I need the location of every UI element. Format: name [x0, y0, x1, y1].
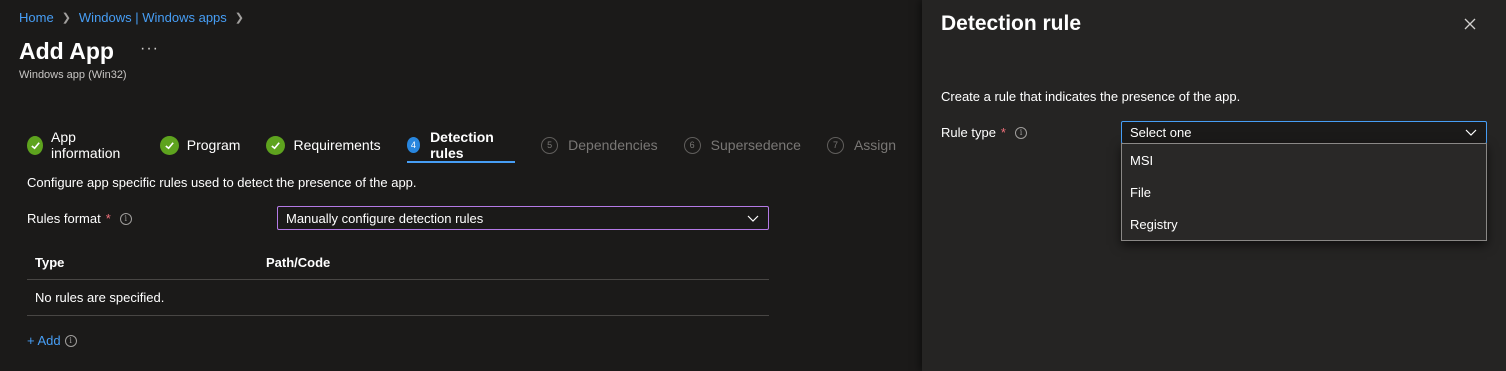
rule-type-label: Rule type: [941, 125, 996, 140]
chevron-down-icon: [1464, 125, 1478, 142]
close-icon[interactable]: [1462, 16, 1478, 32]
breadcrumb-home-link[interactable]: Home: [19, 10, 54, 25]
step-assignments[interactable]: 7 Assign: [826, 133, 896, 157]
column-header-path-code: Path/Code: [266, 255, 331, 270]
empty-message: No rules are specified.: [35, 290, 165, 305]
option-registry[interactable]: Registry: [1122, 208, 1486, 240]
page-subtitle: Windows app (Win32): [19, 69, 127, 81]
required-marker: *: [1000, 125, 1006, 140]
info-icon[interactable]: i: [64, 334, 77, 347]
rule-type-options-list: MSI File Registry: [1121, 143, 1487, 241]
step-number-badge: 4: [406, 137, 421, 153]
add-rule-label: + Add: [27, 333, 61, 348]
info-icon[interactable]: i: [1014, 126, 1027, 139]
breadcrumb: Home ❯ Windows | Windows apps ❯: [19, 10, 252, 25]
main-area: Home ❯ Windows | Windows apps ❯ Add App …: [0, 0, 922, 371]
checkmark-icon: [159, 135, 179, 155]
panel-description: Create a rule that indicates the presenc…: [941, 89, 1241, 104]
rules-table: Type Path/Code No rules are specified.: [27, 246, 769, 316]
option-file[interactable]: File: [1122, 176, 1486, 208]
rules-format-label-group: Rules format * i: [27, 211, 132, 226]
step-number-badge: 5: [541, 136, 559, 154]
step-label: Program: [186, 137, 241, 153]
step-requirements[interactable]: Requirements: [266, 133, 381, 157]
step-program[interactable]: Program: [159, 133, 241, 157]
step-label: Detection rules: [430, 129, 494, 161]
rule-type-label-group: Rule type * i: [941, 125, 1027, 140]
breadcrumb-windows-link[interactable]: Windows | Windows apps: [79, 10, 227, 25]
column-header-type: Type: [35, 255, 65, 270]
more-options-button[interactable]: ···: [140, 40, 159, 58]
rules-format-dropdown[interactable]: Manually configure detection rules: [277, 206, 769, 230]
rule-type-placeholder: Select one: [1130, 125, 1192, 140]
step-label: App information: [51, 129, 121, 161]
step-label: Assign: [853, 137, 896, 153]
detection-description: Configure app specific rules used to det…: [27, 175, 417, 190]
chevron-right-icon: ❯: [61, 12, 71, 24]
wizard-steps: App information Program Requirements 4 D…: [27, 129, 922, 163]
step-label: Dependencies: [568, 137, 658, 153]
add-rule-link[interactable]: + Add i: [27, 333, 77, 348]
detection-rule-panel: Detection rule Create a rule that indica…: [922, 0, 1506, 371]
required-marker: *: [105, 211, 111, 226]
checkmark-icon: [266, 135, 286, 155]
info-icon[interactable]: i: [119, 212, 132, 225]
step-number-badge: 7: [826, 136, 844, 154]
chevron-down-icon: [746, 211, 760, 228]
step-app-information[interactable]: App information: [27, 129, 134, 161]
step-dependencies[interactable]: 5 Dependencies: [541, 133, 658, 157]
table-empty-row: No rules are specified.: [27, 280, 769, 316]
step-label: Supersedence: [710, 137, 801, 153]
rules-format-value: Manually configure detection rules: [286, 211, 484, 226]
panel-title: Detection rule: [941, 12, 1082, 35]
step-detection-rules[interactable]: 4 Detection rules: [406, 129, 516, 163]
step-label: Requirements: [293, 137, 381, 153]
step-supersedence[interactable]: 6 Supersedence: [683, 133, 801, 157]
rules-format-label: Rules format: [27, 211, 101, 226]
page-title: Add App: [19, 38, 114, 64]
checkmark-icon: [27, 135, 44, 155]
chevron-right-icon: ❯: [234, 12, 244, 24]
option-msi[interactable]: MSI: [1122, 144, 1486, 176]
step-number-badge: 6: [683, 136, 701, 154]
rule-type-dropdown[interactable]: Select one: [1121, 121, 1487, 144]
table-header: Type Path/Code: [27, 246, 769, 280]
